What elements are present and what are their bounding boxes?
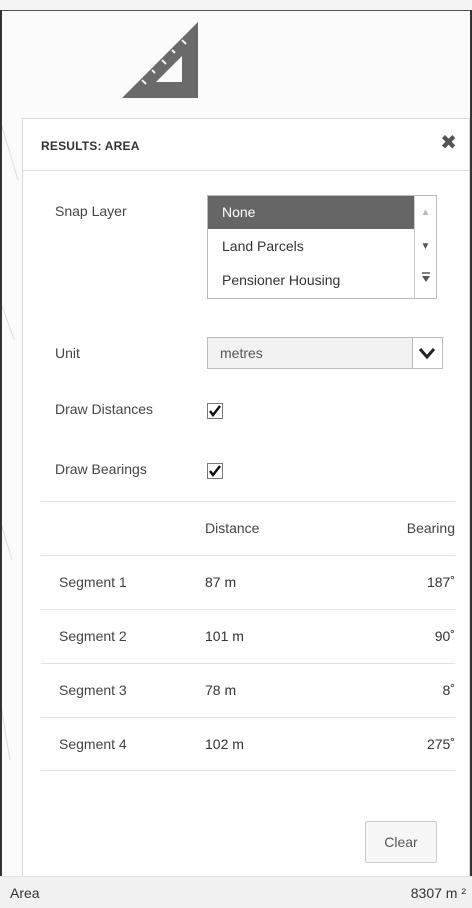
segment-distance: 102 m [205,736,244,752]
checkmark-icon [209,405,221,417]
snap-option-pensioner-housing[interactable]: Pensioner Housing [208,264,414,297]
map-border-left [0,10,2,908]
panel-header: RESULTS: AREA ✖ [23,119,469,171]
scroll-bottom-icon[interactable] [415,264,436,297]
chevron-down-icon[interactable] [412,338,442,368]
segment-bearing: 275˚ [426,736,455,752]
snap-option-land-parcels[interactable]: Land Parcels [208,230,414,263]
scroll-up-icon[interactable]: ▲ [415,196,436,229]
table-row: Segment 1 87 m 187˚ [41,555,455,609]
unit-label: Unit [55,345,80,361]
segments-table: Distance Bearing Segment 1 87 m 187˚ Seg… [41,501,455,771]
map-top-strip [0,0,472,11]
table-header-row: Distance Bearing [41,501,455,555]
segment-name: Segment 2 [59,628,127,644]
snap-option-none[interactable]: None [208,196,414,229]
snap-layer-label: Snap Layer [55,203,127,219]
header-bearing: Bearing [406,520,455,536]
results-area-panel: RESULTS: AREA ✖ Snap Layer None Land Par… [22,118,470,908]
draw-bearings-label: Draw Bearings [55,461,147,477]
snap-list-scrollbar[interactable]: ▲ ▼ [414,196,436,298]
snap-layer-list[interactable]: None Land Parcels Pensioner Housing ▲ ▼ [207,195,437,299]
draw-distances-label: Draw Distances [55,401,154,417]
table-row: Segment 3 78 m 8˚ [41,663,455,717]
set-square-ruler-icon[interactable] [122,22,200,100]
scroll-down-icon[interactable]: ▼ [415,230,436,263]
draw-bearings-checkbox[interactable] [207,463,223,479]
table-row: Segment 2 101 m 90˚ [41,609,455,663]
segment-name: Segment 4 [59,736,127,752]
close-icon[interactable]: ✖ [440,133,457,153]
panel-title: RESULTS: AREA [41,139,140,153]
segment-name: Segment 3 [59,682,127,698]
segment-bearing: 8˚ [442,682,455,698]
area-footer: Area 8307 m ² [0,876,472,908]
segment-bearing: 187˚ [426,574,455,590]
segment-name: Segment 1 [59,574,127,590]
clear-button[interactable]: Clear [365,821,437,863]
segment-distance: 78 m [205,682,237,698]
segment-distance: 101 m [205,628,244,644]
checkmark-icon [209,465,221,477]
unit-value: metres [220,345,263,361]
segment-bearing: 90˚ [434,628,455,644]
unit-select[interactable]: metres [207,337,443,369]
area-value: 8307 m ² [410,885,466,901]
header-distance: Distance [205,520,260,536]
table-row: Segment 4 102 m 275˚ [41,717,455,771]
segment-distance: 87 m [205,574,237,590]
draw-distances-checkbox[interactable] [207,403,223,419]
area-label: Area [10,885,40,901]
